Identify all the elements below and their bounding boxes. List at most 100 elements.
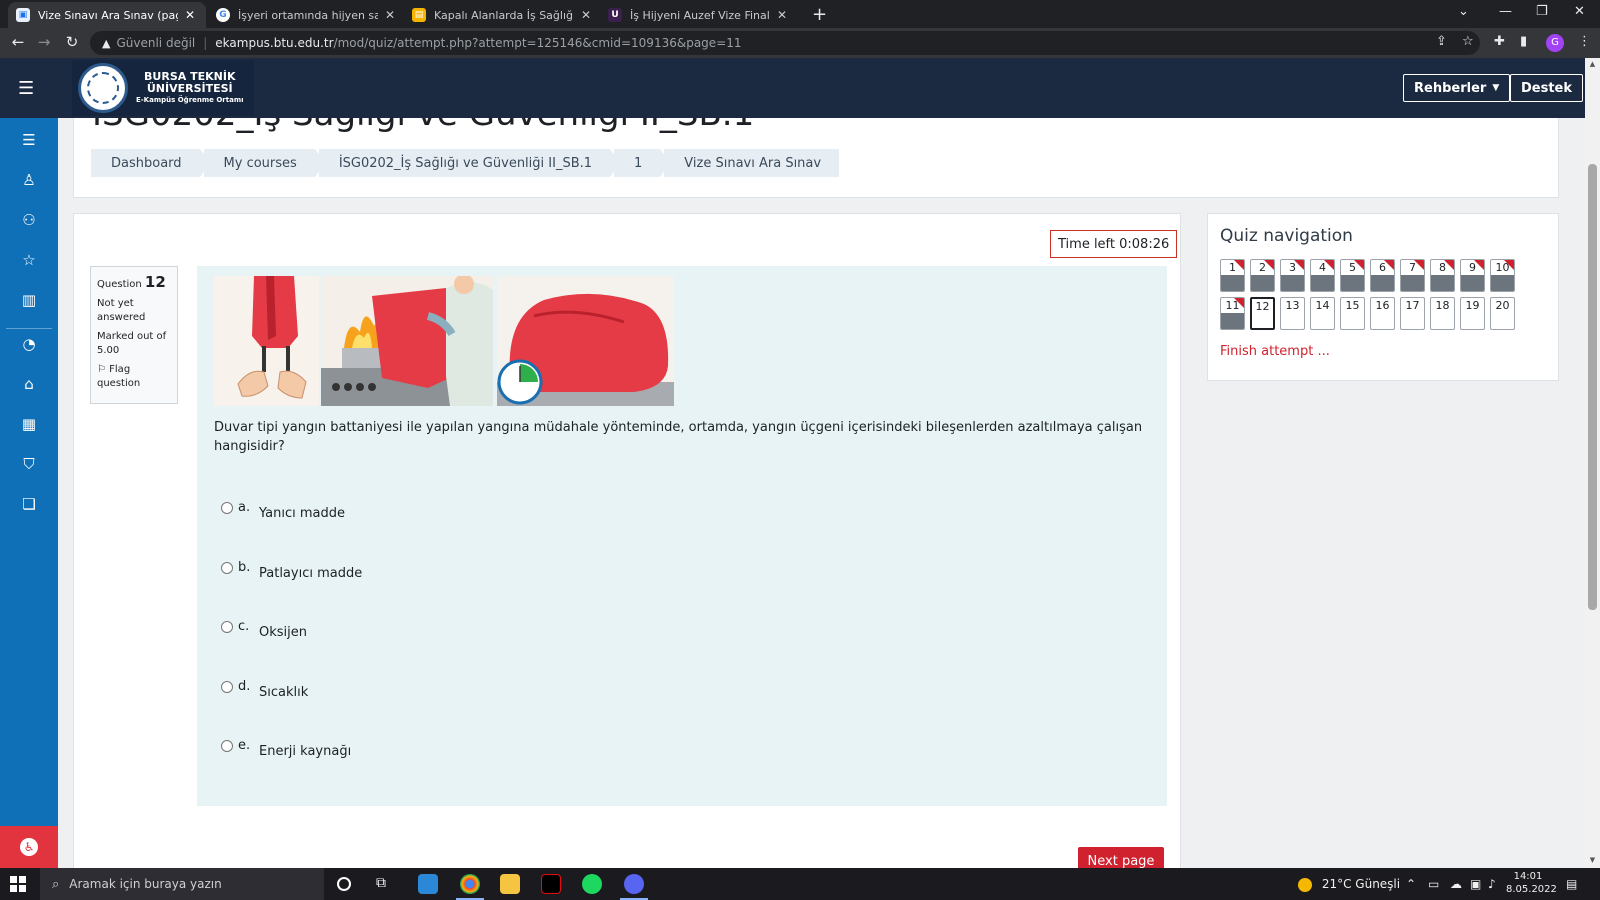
network-icon[interactable]: ▭	[1428, 877, 1439, 891]
logo-line-3: E-Kampüs Öğrenme Ortamı	[136, 96, 244, 105]
browser-tab-1[interactable]: ▣ Vize Sınavı Ara Sınav (page 12 of ✕	[8, 2, 206, 28]
browser-tab-4[interactable]: U İş Hijyeni Auzef Vize Final Sorula ✕	[600, 2, 798, 28]
discord-icon[interactable]	[620, 874, 648, 900]
close-tab-icon[interactable]: ✕	[774, 8, 790, 22]
quiz-nav-question-10[interactable]: 10	[1490, 259, 1515, 292]
option-text[interactable]: Oksijen	[259, 625, 307, 640]
quiz-nav-question-19[interactable]: 19	[1460, 297, 1485, 330]
address-bar[interactable]: ▲ Güvenli değil | ekampus.btu.edu.tr /mo…	[90, 31, 1480, 55]
browser-tab-2[interactable]: G İşyeri ortamında hijyen sağlamad ✕	[208, 2, 406, 28]
profile-avatar[interactable]: G	[1546, 34, 1564, 52]
star-icon[interactable]: ☆	[19, 250, 39, 270]
quiz-nav-question-4[interactable]: 4	[1310, 259, 1335, 292]
forward-arrow-icon[interactable]: →	[34, 33, 54, 51]
notifications-icon[interactable]: ▤	[1566, 877, 1577, 891]
dashboard-gauge-icon[interactable]: ◔	[19, 334, 39, 354]
quiz-nav-question-11[interactable]: 11	[1220, 297, 1245, 330]
share-icon[interactable]: ⇪	[1436, 34, 1447, 49]
radio-button[interactable]	[221, 502, 233, 514]
quiz-nav-question-5[interactable]: 5	[1340, 259, 1365, 292]
quiz-nav-question-2[interactable]: 2	[1250, 259, 1275, 292]
quiz-nav-question-20[interactable]: 20	[1490, 297, 1515, 330]
back-arrow-icon[interactable]: ←	[8, 33, 28, 51]
option-text[interactable]: Patlayıcı madde	[259, 566, 362, 581]
support-button[interactable]: Destek	[1510, 74, 1584, 102]
close-tab-icon[interactable]: ✕	[578, 8, 594, 22]
quiz-nav-question-12[interactable]: 12	[1250, 297, 1275, 330]
list-icon[interactable]: ☰	[19, 130, 39, 150]
quiz-nav-question-6[interactable]: 6	[1370, 259, 1395, 292]
minimize-window-button[interactable]: —	[1499, 4, 1512, 19]
close-window-button[interactable]: ✕	[1574, 4, 1585, 19]
radio-button[interactable]	[221, 562, 233, 574]
windows-start-icon[interactable]	[10, 876, 26, 892]
flag-question-toggle[interactable]: ⚐ Flag question	[97, 363, 171, 390]
breadcrumb-my-courses[interactable]: My courses	[203, 149, 326, 177]
graduation-cap-icon[interactable]: ⛉	[19, 454, 39, 474]
side-panel-icon[interactable]: ▮	[1520, 34, 1527, 49]
breadcrumb-course[interactable]: İSG0202_İş Sağlığı ve Güvenliği II_SB.1	[318, 149, 621, 177]
option-text[interactable]: Yanıcı madde	[259, 506, 345, 521]
cortana-icon[interactable]	[337, 877, 351, 891]
book-icon[interactable]: ▥	[19, 290, 39, 310]
radio-button[interactable]	[221, 740, 233, 752]
quiz-nav-question-16[interactable]: 16	[1370, 297, 1395, 330]
spotify-icon[interactable]	[582, 874, 602, 894]
restore-window-button[interactable]: ❐	[1536, 4, 1548, 19]
files-icon[interactable]: ❏	[19, 494, 39, 514]
university-logo[interactable]: BURSA TEKNİK ÜNİVERSİTESİ E-Kampüs Öğren…	[72, 60, 254, 116]
quiz-nav-question-9[interactable]: 9	[1460, 259, 1485, 292]
bookmark-star-icon[interactable]: ☆	[1462, 34, 1474, 49]
system-clock[interactable]: 14:01 8.05.2022	[1506, 870, 1557, 896]
browser-tab-3[interactable]: ▤ Kapalı Alanlarda İş Sağlığı ve Güv ✕	[404, 2, 602, 28]
finish-attempt-link[interactable]: Finish attempt ...	[1220, 344, 1330, 359]
mail-icon[interactable]	[418, 874, 438, 894]
task-view-icon[interactable]: ⧉	[376, 875, 396, 895]
accessibility-button[interactable]: ♿	[0, 826, 58, 868]
quiz-nav-question-7[interactable]: 7	[1400, 259, 1425, 292]
close-tab-icon[interactable]: ✕	[382, 8, 398, 22]
quiz-nav-question-3[interactable]: 3	[1280, 259, 1305, 292]
close-tab-icon[interactable]: ✕	[182, 8, 198, 22]
weather-widget[interactable]: 21°C Güneşli	[1298, 877, 1400, 892]
quiz-nav-question-8[interactable]: 8	[1430, 259, 1455, 292]
breadcrumb-section[interactable]: 1	[614, 149, 671, 177]
taskbar-search-box[interactable]: ⌕ Aramak için buraya yazın	[40, 868, 324, 900]
show-hidden-icons-icon[interactable]: ⌃	[1406, 877, 1416, 891]
scroll-down-arrow-icon[interactable]: ▼	[1587, 856, 1598, 864]
page-scrollbar[interactable]: ▲ ▼	[1585, 58, 1600, 868]
hamburger-menu-icon[interactable]: ☰	[18, 78, 34, 99]
reload-icon[interactable]: ↻	[62, 33, 82, 51]
volume-icon[interactable]: ♪	[1488, 877, 1496, 891]
quiz-nav-question-14[interactable]: 14	[1310, 297, 1335, 330]
badges-icon[interactable]: ⚇	[19, 210, 39, 230]
new-tab-button[interactable]: +	[812, 4, 827, 25]
quiz-nav-question-1[interactable]: 1	[1220, 259, 1245, 292]
quiz-nav-question-15[interactable]: 15	[1340, 297, 1365, 330]
option-text[interactable]: Enerji kaynağı	[259, 744, 351, 759]
breadcrumb-dashboard[interactable]: Dashboard	[91, 149, 210, 177]
quiz-nav-number: 14	[1315, 299, 1330, 312]
quiz-nav-question-13[interactable]: 13	[1280, 297, 1305, 330]
quiz-nav-question-17[interactable]: 17	[1400, 297, 1425, 330]
browser-menu-icon[interactable]: ⋮	[1578, 34, 1591, 49]
breadcrumb-quiz[interactable]: Vize Sınavı Ara Sınav	[664, 149, 840, 177]
tab-search-icon[interactable]: ⌄	[1458, 4, 1469, 19]
file-explorer-icon[interactable]	[500, 874, 520, 894]
quiz-nav-question-18[interactable]: 18	[1430, 297, 1455, 330]
option-text[interactable]: Sıcaklık	[259, 685, 308, 700]
scrollbar-thumb[interactable]	[1588, 164, 1597, 610]
extensions-puzzle-icon[interactable]: ✚	[1494, 34, 1505, 49]
guides-dropdown-button[interactable]: Rehberler ▼	[1403, 74, 1511, 102]
quiz-navigation-block: Quiz navigation 1 2 3 4 5 6 7 8 9 10 11 12 13 14 15 16 1…	[1207, 213, 1559, 381]
onedrive-cloud-icon[interactable]: ☁	[1450, 877, 1462, 891]
home-icon[interactable]: ⌂	[19, 374, 39, 394]
participants-icon[interactable]: ♙	[19, 170, 39, 190]
scroll-up-arrow-icon[interactable]: ▲	[1587, 60, 1598, 68]
radio-button[interactable]	[221, 681, 233, 693]
netflix-icon[interactable]	[541, 874, 561, 894]
display-icon[interactable]: ▣	[1470, 877, 1481, 891]
radio-button[interactable]	[221, 621, 233, 633]
calendar-icon[interactable]: ▦	[19, 414, 39, 434]
chrome-icon[interactable]	[456, 874, 484, 900]
